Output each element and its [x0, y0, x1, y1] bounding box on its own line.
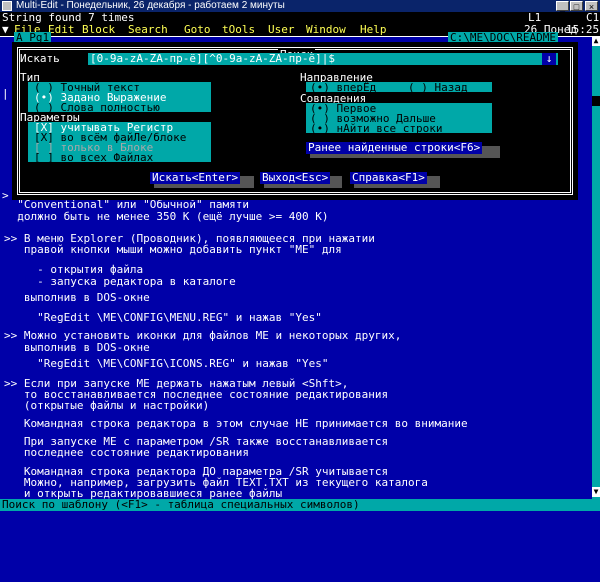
- editor-line: "RegEdit \ME\CONFIG\ICONS.REG" и нажав "…: [4, 357, 329, 370]
- menu-help[interactable]: Help: [360, 24, 387, 36]
- find-button[interactable]: Искать<Enter>: [150, 172, 241, 184]
- editor-line: выполнив в DOS-окне: [4, 341, 150, 354]
- time-indicator: 15:25: [566, 23, 600, 36]
- menu-goto[interactable]: Goto: [184, 24, 211, 36]
- editor-line: правой кнопки мыши можно добавить пункт …: [4, 243, 342, 256]
- search-input[interactable]: [0-9a-zA-ZА-пр-ё][^0-9a-zA-ZА-пр-ё]|$ ↓: [88, 53, 558, 65]
- menu-block[interactable]: Block: [82, 24, 115, 36]
- app-icon[interactable]: [2, 1, 12, 11]
- search-dialog: Поиск Искать [0-9a-zA-ZА-пр-ё][^0-9a-zA-…: [12, 42, 578, 200]
- left-edge-marker: >: [2, 189, 9, 202]
- search-label: Искать: [20, 52, 60, 65]
- menu-tools[interactable]: tOols: [222, 24, 255, 36]
- menu-window[interactable]: Window: [306, 24, 346, 36]
- direction-back-radio[interactable]: ( ) Назад: [408, 82, 468, 94]
- match-all-lines-radio[interactable]: (•) нАйти все строки: [310, 123, 442, 135]
- scroll-down-icon[interactable]: ▼: [592, 487, 600, 497]
- param-all-files-checkbox[interactable]: [ ] во всех Файлах: [34, 152, 153, 164]
- editor-line: выполнив в DOS-окне: [4, 291, 150, 304]
- scroll-thumb[interactable]: [592, 96, 600, 106]
- status-text: Поиск по шаблону (<F1> - таблица специал…: [2, 498, 360, 511]
- menu-user[interactable]: User: [268, 24, 295, 36]
- close-button[interactable]: ×: [585, 1, 598, 12]
- menu-search[interactable]: Search: [128, 24, 168, 36]
- editor-line: "RegEdit \ME\CONFIG\MENU.REG" и нажав "Y…: [4, 311, 322, 324]
- minimize-button[interactable]: _: [556, 1, 569, 12]
- menu-edit[interactable]: Edit: [48, 24, 75, 36]
- editor-line: должно быть не менее 350 K (ещё лучше >=…: [4, 210, 329, 223]
- editor-line: (открытые файлы и настройки): [4, 399, 210, 412]
- left-edge-marker: |: [2, 87, 9, 100]
- exit-button[interactable]: Выход<Esc>: [260, 172, 331, 184]
- menu-marker-icon: ▼: [2, 23, 9, 36]
- editor-line: - запуска редактора в каталоге: [4, 275, 236, 288]
- vertical-scrollbar[interactable]: ▲ ▼: [592, 36, 600, 499]
- history-dropdown-icon[interactable]: ↓: [542, 53, 556, 65]
- history-button[interactable]: Ранее найденные строки<F6>: [306, 142, 483, 154]
- scroll-up-icon[interactable]: ▲: [592, 36, 600, 46]
- maximize-button[interactable]: □: [570, 1, 583, 12]
- status-bar: Поиск по шаблону (<F1> - таблица специал…: [0, 499, 600, 511]
- help-button[interactable]: Справка<F1>: [350, 172, 427, 184]
- search-input-value: [0-9a-zA-ZА-пр-ё][^0-9a-zA-ZА-пр-ё]|$: [90, 52, 336, 65]
- editor-line: последнее состояние редактирования: [4, 446, 250, 459]
- editor-line: Командная строка редактора в этом случае…: [4, 417, 468, 430]
